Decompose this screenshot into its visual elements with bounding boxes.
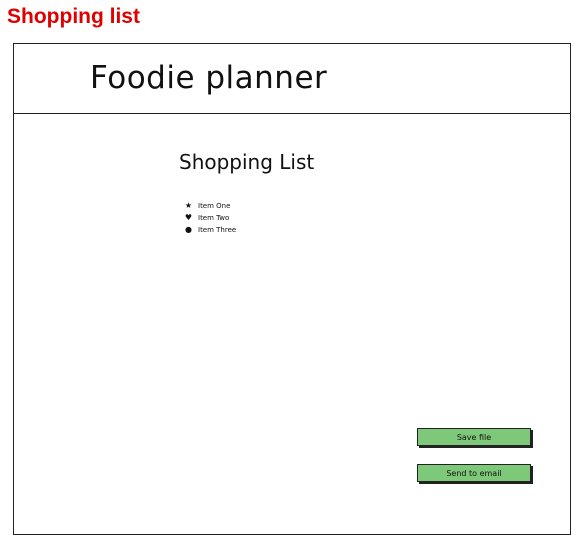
list-item-label: Item Two xyxy=(198,214,230,222)
list-item: ● Item Three xyxy=(184,224,236,236)
app-window: Foodie planner Shopping List ★ Item One … xyxy=(13,43,571,535)
send-to-email-button[interactable]: Send to email xyxy=(417,464,531,482)
star-icon: ★ xyxy=(184,201,193,210)
save-file-button[interactable]: Save file xyxy=(417,428,531,446)
app-title: Foodie planner xyxy=(90,60,328,96)
list-item: ♥ Item Two xyxy=(184,212,236,224)
page-label: Shopping list xyxy=(7,5,140,28)
list-item: ★ Item One xyxy=(184,200,236,212)
circle-icon: ● xyxy=(185,225,192,234)
list-item-label: Item One xyxy=(198,202,231,210)
list-item-label: Item Three xyxy=(198,226,237,234)
app-header: Foodie planner xyxy=(14,44,570,114)
shopping-list-title: Shopping List xyxy=(179,150,315,174)
heart-icon: ♥ xyxy=(184,213,193,222)
shopping-list: ★ Item One ♥ Item Two ● Item Three xyxy=(184,200,236,236)
